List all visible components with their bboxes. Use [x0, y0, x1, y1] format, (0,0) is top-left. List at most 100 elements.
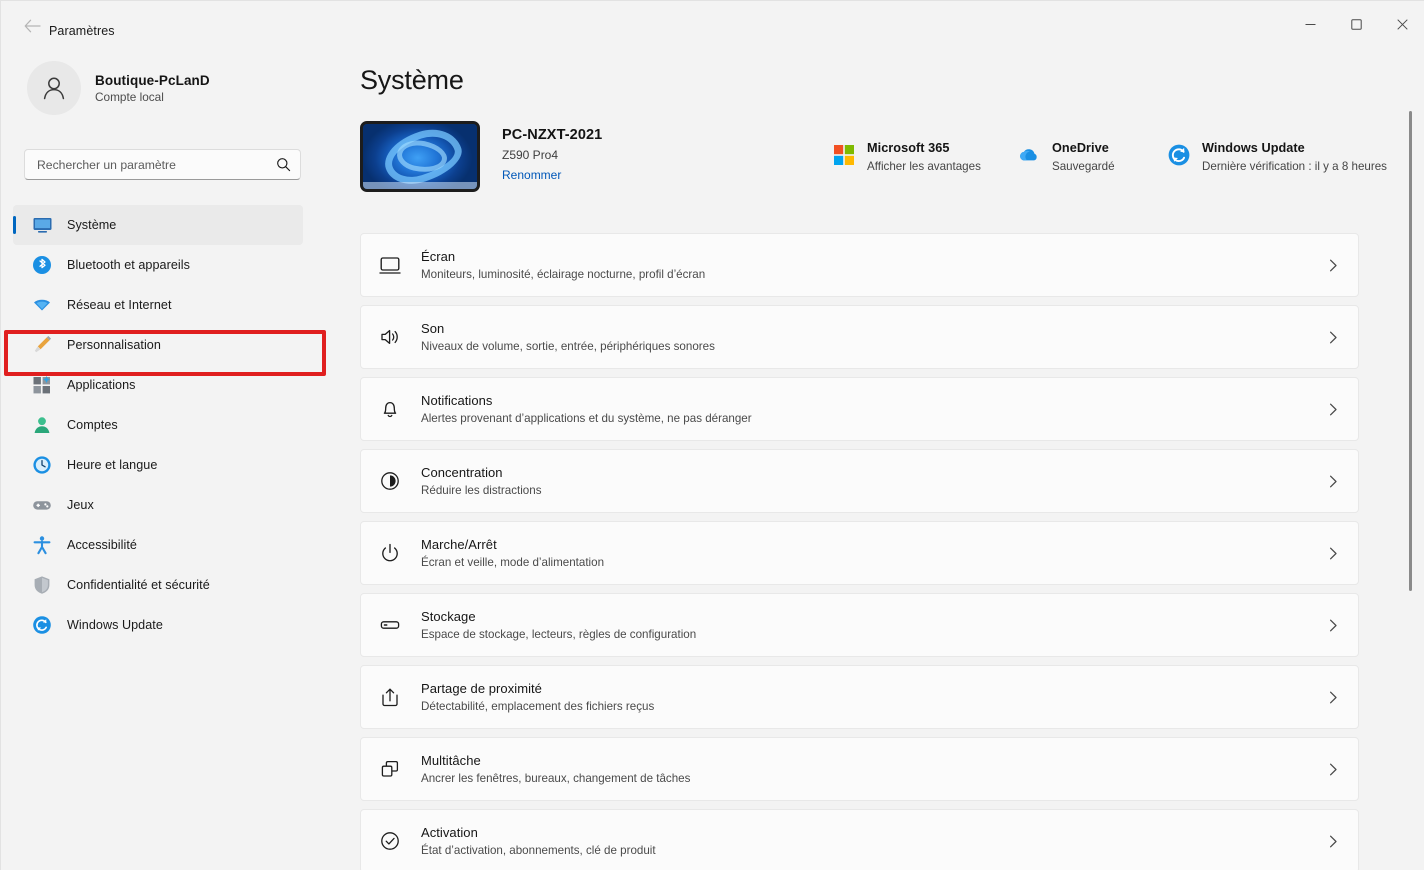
settings-row-title: Stockage — [421, 609, 476, 624]
settings-row-ecran[interactable]: Écran Moniteurs, luminosité, éclairage no… — [360, 233, 1359, 297]
chevron-right-icon — [1329, 259, 1337, 271]
paintbrush-icon — [34, 336, 51, 353]
display-icon — [379, 257, 401, 274]
settings-row-text: Écran Moniteurs, luminosité, éclairage no… — [421, 249, 1326, 281]
close-button[interactable] — [1379, 1, 1424, 47]
scrollbar[interactable] — [1405, 111, 1417, 870]
wifi-icon — [34, 299, 50, 311]
sound-icon — [378, 325, 402, 349]
main-content: Système PC-NZXT-2021 Z590 Pro4 Renommer … — [341, 49, 1424, 870]
settings-row-subtitle: Espace de stockage, lecteurs, règles de … — [421, 628, 697, 641]
settings-row-title: Multitâche — [421, 753, 481, 768]
status-card-windows-update[interactable]: Windows Update Dernière vérification : il… — [1161, 137, 1396, 179]
settings-row-text: Notifications Alertes provenant d’applica… — [421, 393, 1326, 425]
sidebar-item-bluetooth-et-appareils[interactable]: Bluetooth et appareils — [13, 245, 303, 285]
shield-icon — [34, 576, 50, 594]
chevron-right-icon — [1329, 475, 1337, 487]
settings-row-stockage[interactable]: Stockage Espace de stockage, lecteurs, rè… — [360, 593, 1359, 657]
device-name: PC-NZXT-2021 — [502, 127, 603, 143]
sidebar-item-accessibilite[interactable]: Accessibilité — [13, 525, 303, 565]
window-title: Paramètres — [49, 24, 115, 38]
status-card-subtitle: Dernière vérification : il y a 8 heures — [1202, 160, 1387, 173]
maximize-button[interactable] — [1333, 1, 1379, 47]
settings-row-activation[interactable]: Activation État d’activation, abonnements… — [360, 809, 1359, 870]
chevron-right-icon — [1329, 619, 1337, 631]
settings-row-concentration[interactable]: Concentration Réduire les distractions — [360, 449, 1359, 513]
settings-row-text: Multitâche Ancrer les fenêtres, bureaux, … — [421, 753, 1326, 785]
settings-row-multitache[interactable]: Multitâche Ancrer les fenêtres, bureaux, … — [360, 737, 1359, 801]
settings-row-text: Son Niveaux de volume, sortie, entrée, pé… — [421, 321, 1326, 353]
microsoft-logo-icon — [832, 143, 856, 167]
sidebar-item-confidentialite-et-securite[interactable]: Confidentialité et sécurité — [13, 565, 303, 605]
sidebar-item-jeux[interactable]: Jeux — [13, 485, 303, 525]
settings-row-title: Notifications — [421, 393, 493, 408]
back-button[interactable] — [19, 15, 45, 37]
sidebar-item-windows-update[interactable]: Windows Update — [13, 605, 303, 645]
sidebar: Boutique-PcLanD Compte local Système Blue… — [1, 49, 341, 870]
settings-row-notifications[interactable]: Notifications Alertes provenant d’applica… — [360, 377, 1359, 441]
sidebar-item-personnalisation[interactable]: Personnalisation — [13, 325, 303, 365]
settings-window: Paramètres Boutique-PcLanD Compte local … — [0, 0, 1424, 870]
settings-row-text: Stockage Espace de stockage, lecteurs, rè… — [421, 609, 1326, 641]
person-avatar-icon — [43, 77, 65, 100]
windows-update-icon — [1168, 144, 1190, 166]
status-card-text: Windows Update Dernière vérification : il… — [1202, 141, 1387, 175]
status-card-microsoft-365[interactable]: Microsoft 365 Afficher les avantages — [826, 137, 1011, 179]
sidebar-item-heure-et-langue[interactable]: Heure et langue — [13, 445, 303, 485]
update-icon — [33, 616, 51, 634]
settings-row-title: Activation — [421, 825, 478, 840]
account-icon — [31, 415, 53, 435]
sidebar-item-comptes[interactable]: Comptes — [13, 405, 303, 445]
status-card-text: OneDrive Sauvegardé — [1052, 141, 1115, 175]
settings-row-text: Concentration Réduire les distractions — [421, 465, 1326, 497]
update-icon — [31, 615, 53, 635]
share-icon — [382, 688, 398, 707]
search-input[interactable] — [37, 157, 276, 172]
sidebar-item-systeme[interactable]: Système — [13, 205, 303, 245]
sidebar-item-applications[interactable]: Applications — [13, 365, 303, 405]
avatar — [27, 61, 81, 115]
chevron-right-icon — [1326, 762, 1340, 777]
focus-icon — [378, 469, 402, 493]
chevron-right-icon — [1326, 834, 1340, 849]
chevron-right-icon — [1326, 474, 1340, 489]
search-box[interactable] — [24, 149, 301, 180]
status-card-title: Microsoft 365 — [867, 141, 950, 155]
sidebar-item-label: Applications — [67, 378, 136, 392]
minimize-button[interactable] — [1287, 1, 1333, 47]
shield-icon — [31, 575, 53, 595]
settings-row-title: Partage de proximité — [421, 681, 542, 696]
power-icon — [378, 541, 402, 565]
settings-row-marche-arret[interactable]: Marche/Arrêt Écran et veille, mode d’alim… — [360, 521, 1359, 585]
window-controls — [1287, 1, 1424, 47]
device-model: Z590 Pro4 — [502, 148, 559, 162]
sidebar-item-reseau-et-internet[interactable]: Réseau et Internet — [13, 285, 303, 325]
rename-link[interactable]: Renommer — [502, 168, 602, 182]
onedrive-cloud-icon — [1020, 149, 1037, 161]
settings-row-son[interactable]: Son Niveaux de volume, sortie, entrée, pé… — [360, 305, 1359, 369]
clock-icon — [33, 456, 51, 474]
settings-row-title: Marche/Arrêt — [421, 537, 497, 552]
account-section[interactable]: Boutique-PcLanD Compte local — [27, 61, 210, 115]
settings-row-subtitle: Ancrer les fenêtres, bureaux, changement… — [421, 772, 691, 785]
maximize-icon — [1350, 18, 1362, 30]
multitask-icon — [381, 760, 399, 777]
bell-icon — [378, 397, 402, 421]
windows-update-icon — [1167, 143, 1191, 167]
scrollbar-thumb[interactable] — [1409, 111, 1412, 591]
settings-row-title: Son — [421, 321, 445, 336]
settings-row-subtitle: Écran et veille, mode d’alimentation — [421, 556, 605, 569]
status-card-title: Windows Update — [1202, 141, 1305, 155]
check-circle-icon — [378, 829, 402, 853]
sidebar-item-label: Confidentialité et sécurité — [67, 578, 210, 592]
gamepad-icon — [33, 501, 51, 510]
account-subtitle: Compte local — [95, 89, 164, 104]
sidebar-item-label: Personnalisation — [67, 338, 161, 352]
settings-row-partage-de-proximite[interactable]: Partage de proximité Détectabilité, empla… — [360, 665, 1359, 729]
status-card-onedrive[interactable]: OneDrive Sauvegardé — [1011, 137, 1161, 179]
gamepad-icon — [31, 495, 53, 515]
microsoft-logo-icon — [834, 145, 854, 165]
status-card-text: Microsoft 365 Afficher les avantages — [867, 141, 981, 175]
settings-row-subtitle: Moniteurs, luminosité, éclairage nocturn… — [421, 268, 706, 281]
chevron-right-icon — [1326, 690, 1340, 705]
